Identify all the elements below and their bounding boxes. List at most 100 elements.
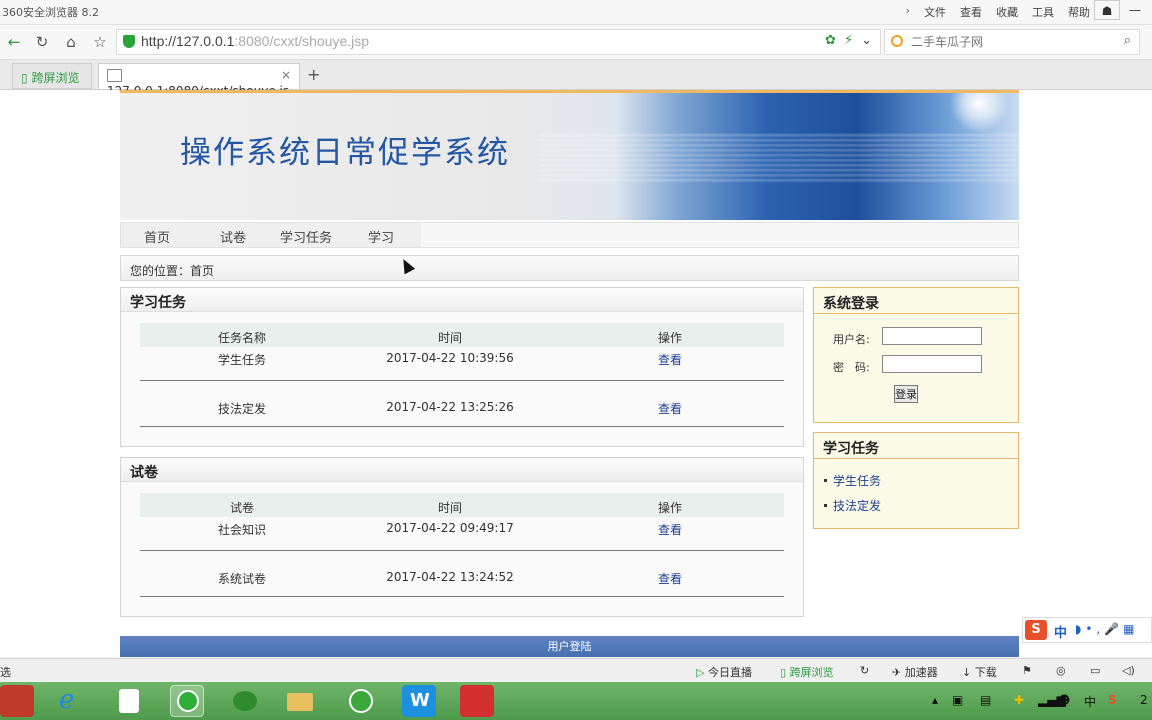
download-button[interactable]: ↓ 下载 xyxy=(962,664,997,680)
lightning-icon[interactable]: ⚡ xyxy=(844,33,853,48)
paper-time: 2017-04-22 09:49:17 xyxy=(386,521,514,535)
tray-sogou-icon[interactable]: S xyxy=(1108,693,1117,707)
browser-title-bar: 360安全浏览器 8.2 › 文件 查看 收藏 工具 帮助 ☗ — xyxy=(0,0,1152,25)
username-field[interactable] xyxy=(882,327,982,345)
browser-navbar: ← ↻ ⌂ ☆ http://127.0.0.1:8080/cxxt/shouy… xyxy=(0,25,1152,60)
accelerator-button[interactable]: ✈ 加速器 xyxy=(892,664,938,680)
address-bar[interactable]: http://127.0.0.1:8080/cxxt/shouye.jsp ✿ … xyxy=(116,29,881,55)
username-label: 用户名: xyxy=(833,333,870,346)
paper-name: 系统试卷 xyxy=(217,572,266,586)
table-row: 系统试卷 2017-04-22 13:24:52 查看 xyxy=(140,551,784,597)
page-icon xyxy=(107,69,122,82)
site-banner: 操作系统日常促学系统 xyxy=(120,90,1019,220)
java-icon[interactable] xyxy=(112,685,146,717)
nav-tasks[interactable]: 学习任务 xyxy=(280,227,332,246)
table-row: 学生任务 2017-04-22 10:39:56 查看 xyxy=(140,347,784,381)
live-button[interactable]: ▷ 今日直播 xyxy=(696,664,752,680)
nav-papers[interactable]: 试卷 xyxy=(220,227,246,246)
table-header: 试卷 时间 操作 xyxy=(140,493,784,517)
papers-panel-title: 试卷 xyxy=(130,465,158,481)
tray-up-icon[interactable]: ▴ xyxy=(932,693,938,707)
tray-360-icon[interactable]: ✚ xyxy=(1014,693,1024,707)
audio-app-icon[interactable] xyxy=(344,685,378,717)
main-nav: 首页 试卷 学习任务 学习 xyxy=(120,222,1019,248)
action-cell: 查看 xyxy=(610,351,730,368)
password-field[interactable] xyxy=(882,355,982,373)
footer-label: 用户登陆 xyxy=(547,640,592,653)
view-link[interactable]: 查看 xyxy=(658,572,682,586)
ime-mode[interactable]: 中 xyxy=(1054,622,1067,641)
menu-favorites[interactable]: 收藏 xyxy=(996,4,1018,20)
close-tab-icon[interactable]: × xyxy=(281,68,291,82)
home-icon[interactable]: ⌂ xyxy=(60,31,82,53)
paper-time: 2017-04-22 13:24:52 xyxy=(386,570,514,584)
red-app-icon[interactable] xyxy=(460,685,494,717)
task-time: 2017-04-22 10:39:56 xyxy=(386,351,514,365)
web-page: 操作系统日常促学系统 首页 试卷 学习任务 学习 您的位置：首页 学习任务 任务… xyxy=(0,90,1152,657)
nav-home[interactable]: 首页 xyxy=(144,227,170,246)
volume-icon[interactable]: ◁) xyxy=(1122,664,1135,677)
side-task-item[interactable]: 技法定发 xyxy=(824,497,881,514)
paper-name: 社会知识 xyxy=(217,523,266,537)
refresh-icon[interactable]: ↻ xyxy=(31,31,53,53)
chevron-down-icon[interactable]: ⌄ xyxy=(861,33,872,48)
search-icon[interactable]: ⌕ xyxy=(1124,33,1131,48)
tab-shouye[interactable]: 127.0.0.1:8080/cxxt/shouye.js × xyxy=(98,63,300,98)
side-tasks-header: 学习任务 xyxy=(814,433,1018,459)
phone-icon: ▯ xyxy=(21,71,28,85)
view-link[interactable]: 查看 xyxy=(658,353,682,367)
tray-usb-icon[interactable]: ▣ xyxy=(952,693,963,707)
star-icon[interactable]: ☆ xyxy=(89,31,111,53)
search-box[interactable]: ⌕ xyxy=(884,29,1140,55)
papers-table: 试卷 时间 操作 社会知识 2017-04-22 09:49:17 查看 系统试… xyxy=(140,493,784,597)
start-app-icon[interactable] xyxy=(0,685,34,717)
view-link[interactable]: 查看 xyxy=(658,523,682,537)
address-actions: ✿ ⚡ ⌄ xyxy=(825,33,872,48)
column-header: 时间 xyxy=(437,501,462,515)
login-panel: 系统登录 用户名: 密 码: 登录 xyxy=(813,287,1019,423)
new-tab-button[interactable]: + xyxy=(304,63,324,89)
tray-print-icon[interactable]: ▤ xyxy=(980,693,991,707)
browser-360-icon[interactable] xyxy=(170,685,204,717)
menu-file[interactable]: 文件 xyxy=(924,4,946,20)
nav-study[interactable]: 学习 xyxy=(368,227,394,246)
tray-qq-icon[interactable]: ☻ xyxy=(1058,693,1071,707)
skin-icon[interactable]: ☗ xyxy=(1094,0,1120,20)
flag-icon[interactable]: ⚑ xyxy=(1022,664,1032,677)
ie-icon[interactable]: e xyxy=(54,685,88,717)
search-engine-icon[interactable] xyxy=(891,35,903,47)
phone-icon: ▯ xyxy=(780,666,787,679)
window-icon[interactable]: ▭ xyxy=(1090,664,1100,677)
refresh-status-icon[interactable]: ↻ xyxy=(860,664,869,677)
tray-clock[interactable]: 2 xyxy=(1140,693,1148,707)
tray-ime-indicator[interactable]: 中 xyxy=(1084,693,1096,710)
play-icon: ▷ xyxy=(696,666,705,679)
side-task-item[interactable]: 学生任务 xyxy=(824,472,881,489)
chevron-right-icon[interactable]: › xyxy=(906,4,910,20)
menu-help[interactable]: 帮助 xyxy=(1068,4,1090,20)
tab-cross-screen[interactable]: ▯ 跨屏浏览 xyxy=(12,63,92,89)
address-url[interactable]: http://127.0.0.1:8080/cxxt/shouye.jsp xyxy=(141,33,369,49)
wps-icon[interactable]: W xyxy=(402,685,436,717)
ie-mode-icon[interactable]: ◎ xyxy=(1056,664,1066,677)
back-icon[interactable]: ← xyxy=(3,31,25,53)
footer-bar: 用户登陆 xyxy=(120,636,1019,657)
ime-tools[interactable]: ◗•,🎤▦ xyxy=(1075,622,1139,636)
view-link[interactable]: 查看 xyxy=(658,402,682,416)
sogou-logo[interactable]: S xyxy=(1025,620,1047,640)
speed-icon[interactable]: ✿ xyxy=(825,33,836,48)
banner-glow xyxy=(949,93,1009,133)
folder-icon[interactable] xyxy=(283,685,317,717)
search-input[interactable] xyxy=(909,32,1113,52)
system-tray: ▴ ▣ ▤ ✚ ▂▄▆ ☻ 中 S 2 xyxy=(922,682,1152,720)
minimize-icon[interactable]: — xyxy=(1122,0,1148,20)
cross-screen-button[interactable]: ▯ 跨屏浏览 xyxy=(780,664,834,680)
table-header: 任务名称 时间 操作 xyxy=(140,323,784,347)
frog-app-icon[interactable] xyxy=(228,685,262,717)
login-button[interactable]: 登录 xyxy=(894,385,918,403)
papers-panel-header: 试卷 xyxy=(121,458,803,482)
action-cell: 查看 xyxy=(610,521,730,538)
table-row: 社会知识 2017-04-22 09:49:17 查看 xyxy=(140,517,784,551)
menu-view[interactable]: 查看 xyxy=(960,4,982,20)
menu-tools[interactable]: 工具 xyxy=(1032,4,1054,20)
